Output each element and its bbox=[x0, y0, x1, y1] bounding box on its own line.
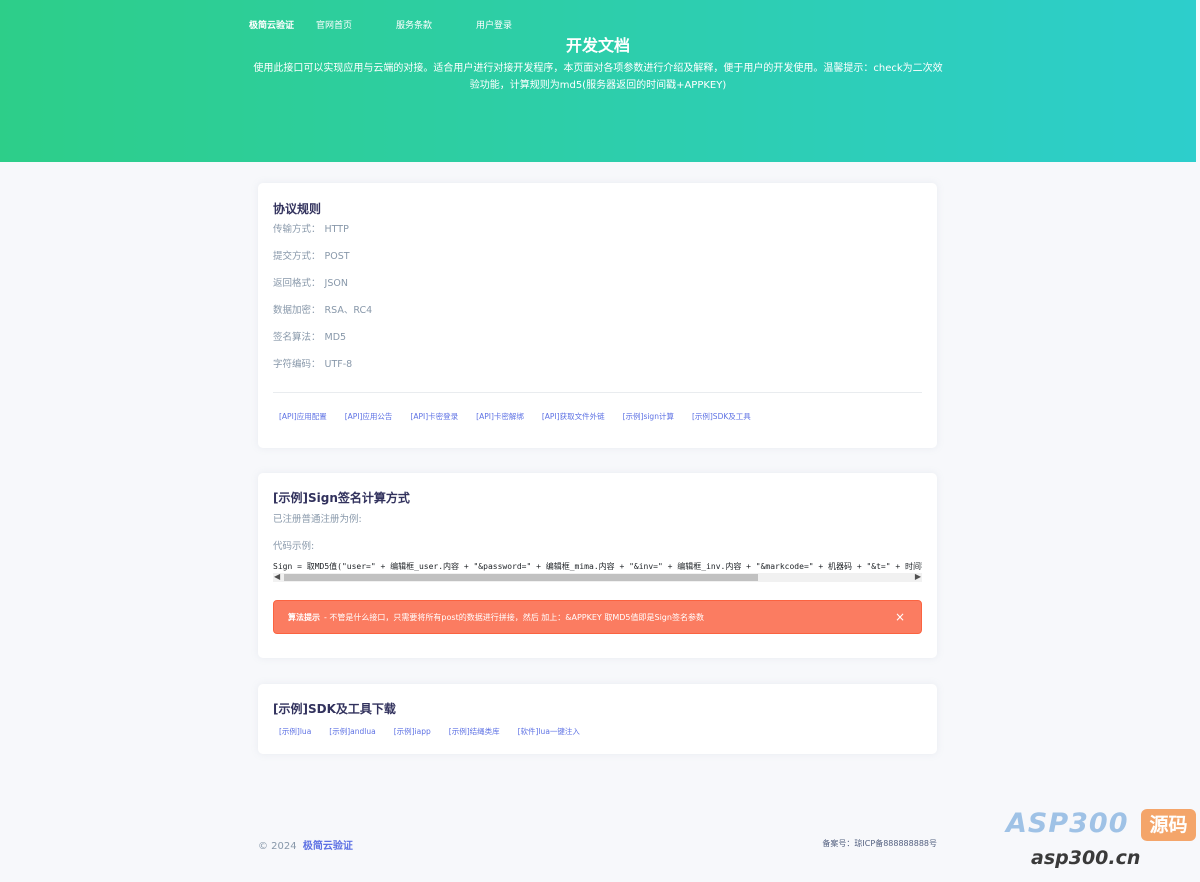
protocol-row-label: 字符编码 bbox=[273, 359, 312, 370]
link-sdk-jieshen[interactable]: [示例]结绳类库 bbox=[449, 726, 500, 738]
protocol-row-value: UTF-8 bbox=[324, 359, 353, 370]
sign-subtitle: 已注册普通注册为例: bbox=[273, 514, 362, 525]
link-api-app-notice[interactable]: [API]应用公告 bbox=[345, 411, 393, 423]
page-description: 使用此接口可以实现应用与云端的对接。适合用户进行对接开发程序，本页面对各项参数进… bbox=[253, 63, 943, 91]
link-api-card-login[interactable]: [API]卡密登录 bbox=[410, 411, 458, 423]
copyright-text: © 2024 bbox=[258, 841, 297, 852]
watermark-url: asp300.cn bbox=[1031, 847, 1141, 869]
alert-text: - 不管是什么接口，只需要将所有post的数据进行拼接，然后 加上：&APPKE… bbox=[324, 612, 704, 622]
divider bbox=[273, 392, 922, 393]
link-tool-lua-inject[interactable]: [软件]lua一键注入 bbox=[518, 726, 580, 738]
sign-card: [示例]Sign签名计算方式 已注册普通注册为例: 代码示例: Sign = 取… bbox=[258, 473, 937, 658]
sdk-card: [示例]SDK及工具下载 [示例]lua [示例]andlua [示例]iapp… bbox=[258, 684, 937, 754]
sdk-links: [示例]lua [示例]andlua [示例]iapp [示例]结绳类库 [软件… bbox=[273, 726, 922, 738]
watermark-main: ASP300 bbox=[1006, 808, 1129, 839]
protocol-list: 传输方式： HTTP 提交方式： POST 返回格式： JSON 数据加密： RSA、R… bbox=[273, 223, 922, 385]
link-sdk-iapp[interactable]: [示例]iapp bbox=[394, 726, 431, 738]
sdk-title: [示例]SDK及工具下载 bbox=[273, 702, 396, 716]
protocol-row-value: HTTP bbox=[324, 224, 349, 235]
alert-banner: 算法提示 - 不管是什么接口，只需要将所有post的数据进行拼接，然后 加上：&… bbox=[273, 600, 922, 634]
protocol-row-label: 返回格式 bbox=[273, 278, 312, 289]
protocol-row-label: 提交方式 bbox=[273, 251, 312, 262]
protocol-row-value: POST bbox=[324, 251, 350, 262]
link-sdk-andlua[interactable]: [示例]andlua bbox=[329, 726, 375, 738]
top-nav: 极简云验证 官网首页 服务条款 用户登录 bbox=[249, 19, 556, 33]
link-api-app-config[interactable]: [API]应用配置 bbox=[279, 411, 327, 423]
protocol-title: 协议规则 bbox=[273, 202, 322, 216]
nav-login-link[interactable]: 用户登录 bbox=[476, 19, 512, 33]
nav-brand[interactable]: 极简云验证 bbox=[249, 19, 294, 33]
scrollbar-thumb[interactable] bbox=[284, 574, 758, 581]
protocol-row-value: MD5 bbox=[324, 332, 347, 343]
scroll-right-icon[interactable]: ▶ bbox=[915, 571, 921, 583]
footer-brand-link[interactable]: 极简云验证 bbox=[303, 841, 353, 852]
protocol-row-value: JSON bbox=[324, 278, 348, 289]
protocol-row: 提交方式： POST bbox=[273, 251, 350, 262]
scroll-left-icon[interactable]: ◀ bbox=[274, 571, 280, 583]
protocol-row: 数据加密： RSA、RC4 bbox=[273, 305, 373, 316]
code-text: Sign = 取MD5值("user=" + 编辑框_user.内容 + "&p… bbox=[273, 562, 922, 571]
nav-terms-link[interactable]: 服务条款 bbox=[396, 19, 432, 33]
link-example-sign[interactable]: [示例]sign计算 bbox=[623, 411, 674, 423]
nav-home-link[interactable]: 官网首页 bbox=[316, 19, 352, 33]
alert-label: 算法提示 bbox=[288, 612, 320, 622]
watermark-badge: 源码 bbox=[1141, 809, 1196, 841]
link-example-sdk[interactable]: [示例]SDK及工具 bbox=[692, 411, 751, 423]
protocol-card: 协议规则 传输方式： HTTP 提交方式： POST 返回格式： JSON 数据加密：… bbox=[258, 183, 937, 448]
protocol-row-label: 签名算法 bbox=[273, 332, 312, 343]
code-block: Sign = 取MD5值("user=" + 编辑框_user.内容 + "&p… bbox=[273, 561, 922, 583]
protocol-row-label: 传输方式 bbox=[273, 224, 312, 235]
sign-title: [示例]Sign签名计算方式 bbox=[273, 491, 410, 505]
protocol-row: 签名算法： MD5 bbox=[273, 332, 347, 343]
watermark-logo: ASP300 源码 asp300.cn bbox=[1003, 806, 1199, 876]
link-api-card-unbind[interactable]: [API]卡密解绑 bbox=[476, 411, 524, 423]
protocol-row: 传输方式： HTTP bbox=[273, 224, 349, 235]
api-links: [API]应用配置 [API]应用公告 [API]卡密登录 [API]卡密解绑 … bbox=[273, 411, 922, 423]
footer-copyright: © 2024 极简云验证 bbox=[258, 837, 353, 852]
page-title: 开发文档 bbox=[565, 36, 630, 55]
protocol-row: 返回格式： JSON bbox=[273, 278, 348, 289]
protocol-row-value: RSA、RC4 bbox=[324, 305, 373, 316]
close-icon[interactable]: × bbox=[895, 611, 905, 623]
code-label: 代码示例: bbox=[273, 541, 315, 552]
hero-banner: 极简云验证 官网首页 服务条款 用户登录 开发文档 使用此接口可以实现应用与云端… bbox=[0, 0, 1196, 162]
horizontal-scrollbar[interactable]: ◀ ▶ bbox=[273, 571, 922, 583]
footer-icp[interactable]: 备案号：琼ICP备888888888号 bbox=[822, 838, 937, 849]
protocol-row-label: 数据加密 bbox=[273, 305, 312, 316]
protocol-row: 字符编码： UTF-8 bbox=[273, 359, 353, 370]
link-api-file-link[interactable]: [API]获取文件外链 bbox=[542, 411, 605, 423]
link-sdk-lua[interactable]: [示例]lua bbox=[279, 726, 311, 738]
